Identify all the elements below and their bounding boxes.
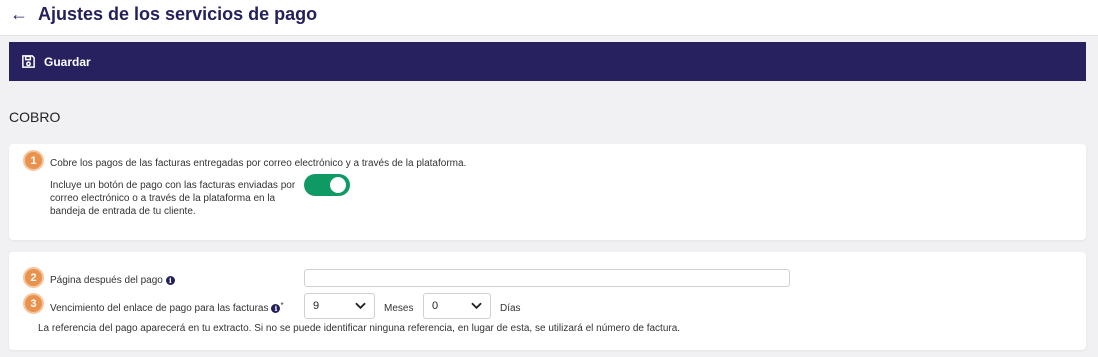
step-badge-1: 1 — [23, 150, 44, 171]
collect-payments-toggle[interactable] — [304, 174, 350, 196]
save-button[interactable]: Guardar — [21, 42, 91, 81]
required-mark: * — [280, 301, 284, 310]
days-label: Días — [500, 303, 521, 314]
link-expiry-label-text: Vencimiento del enlace de pago para las … — [50, 303, 269, 314]
page-after-payment-label: Página después del pago i — [50, 274, 175, 287]
link-expiry-label: Vencimiento del enlace de pago para las … — [50, 299, 284, 315]
back-arrow-icon[interactable]: ← — [10, 4, 28, 25]
months-label: Meses — [384, 303, 414, 314]
collect-payments-heading: Cobre los pagos de las facturas entregad… — [50, 158, 467, 169]
toolbar: Guardar — [9, 42, 1086, 81]
info-icon[interactable]: i — [165, 276, 175, 285]
save-label: Guardar — [44, 54, 91, 69]
save-icon — [22, 55, 35, 68]
collect-payments-description-line: correo electrónico o a través de la plat… — [50, 193, 276, 204]
chevron-down-icon — [355, 302, 366, 310]
page-after-payment-input[interactable] — [304, 269, 790, 287]
collect-payments-description-line: Incluye un botón de pago con las factura… — [50, 180, 296, 191]
months-select-value: 9 — [313, 300, 320, 312]
page-title: Ajustes de los servicios de pago — [38, 4, 318, 24]
toggle-knob — [330, 177, 346, 193]
payment-reference-note: La referencia del pago aparecerá en tu e… — [38, 323, 681, 334]
page-header: ← Ajustes de los servicios de pago — [0, 0, 1098, 36]
chevron-down-icon — [471, 302, 482, 310]
collect-payments-card: 1 Cobre los pagos de las facturas entreg… — [9, 144, 1086, 240]
page-after-payment-label-text: Página después del pago — [50, 275, 163, 286]
days-select-value: 0 — [432, 300, 439, 312]
months-select[interactable]: 9 — [304, 293, 375, 319]
payment-link-card: 2 Página después del pago i 3 Vencimiento… — [9, 252, 1086, 350]
days-select[interactable]: 0 — [423, 293, 491, 319]
collect-payments-description-line: bandeja de entrada de tu cliente. — [50, 206, 196, 217]
step-badge-3: 3 — [23, 293, 44, 314]
section-title: COBRO — [9, 109, 61, 125]
step-badge-2: 2 — [23, 267, 44, 288]
